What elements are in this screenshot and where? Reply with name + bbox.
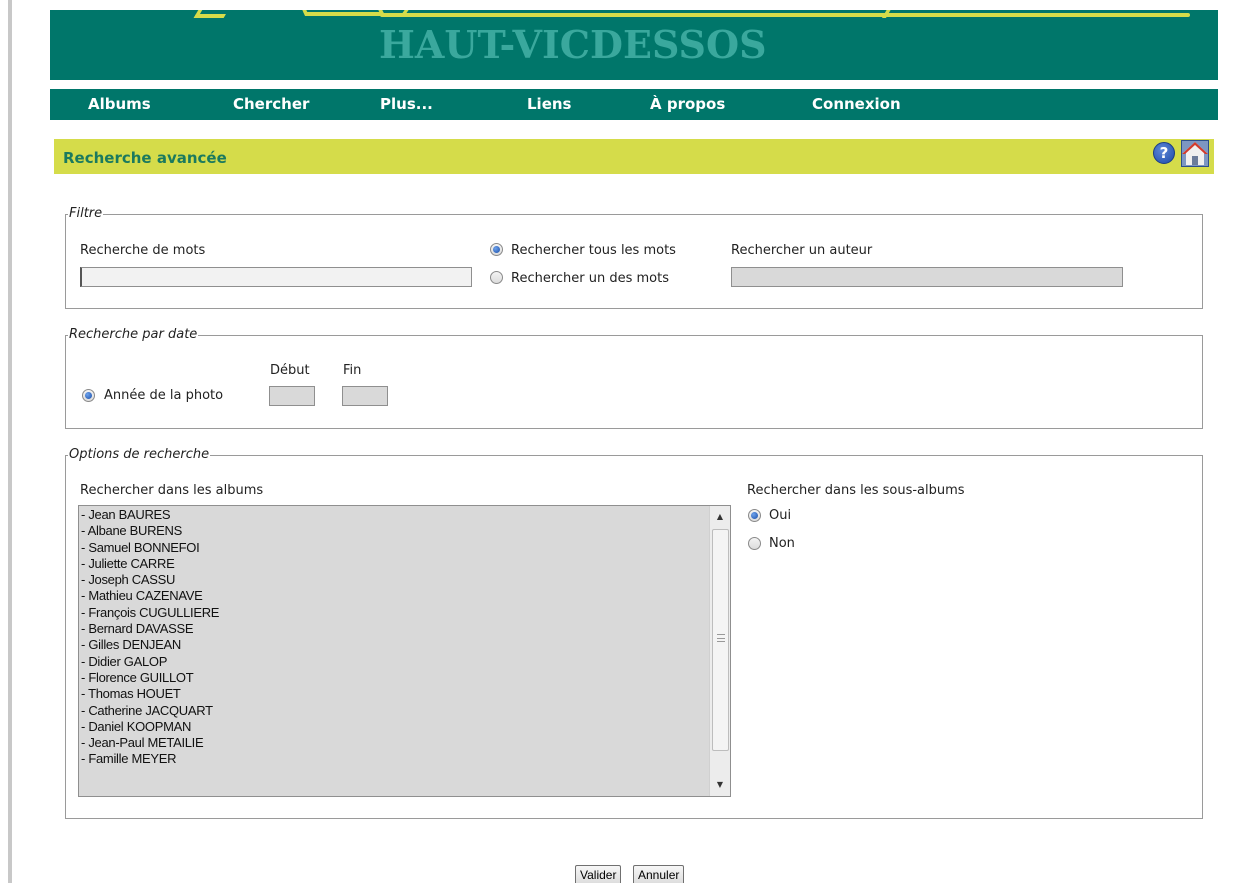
album-option[interactable]: - Famille MEYER xyxy=(81,751,730,767)
nav-liens[interactable]: Liens xyxy=(527,95,571,113)
subalbums-yes-label: Oui xyxy=(769,508,792,523)
submit-button[interactable]: Valider xyxy=(575,865,622,883)
albums-listbox[interactable]: - Jean BAURES - Albane BURENS - Samuel BON… xyxy=(78,505,731,797)
photo-year-label: Année de la photo xyxy=(104,388,224,403)
home-icon[interactable] xyxy=(1181,140,1209,167)
banner-decoration xyxy=(193,10,237,18)
album-option[interactable]: - François CUGULLIERE xyxy=(81,605,730,621)
album-option[interactable]: - Didier GALOP xyxy=(81,654,730,670)
album-option[interactable]: - Juliette CARRE xyxy=(81,556,730,572)
nav-a-propos[interactable]: À propos xyxy=(650,95,725,113)
album-option[interactable]: - Florence GUILLOT xyxy=(81,670,730,686)
album-option[interactable]: - Joseph CASSU xyxy=(81,572,730,588)
banner-decoration xyxy=(380,13,1190,17)
albums-list: - Jean BAURES - Albane BURENS - Samuel BON… xyxy=(79,506,730,768)
subalbums-no-label: Non xyxy=(769,536,795,551)
scroll-up-icon[interactable]: ▲ xyxy=(710,506,730,528)
mode-all-radio[interactable] xyxy=(490,243,503,256)
site-title: HAUT-VICDESSOS xyxy=(379,22,767,67)
words-label: Recherche de mots xyxy=(80,243,206,258)
author-label: Rechercher un auteur xyxy=(731,243,873,258)
album-option[interactable]: - Daniel KOOPMAN xyxy=(81,719,730,735)
nav-chercher[interactable]: Chercher xyxy=(233,95,309,113)
nav-plus[interactable]: Plus... xyxy=(380,95,433,113)
subalbums-yes-radio[interactable] xyxy=(748,509,761,522)
photo-year-radio[interactable] xyxy=(82,389,95,402)
start-label: Début xyxy=(270,363,310,378)
mode-all-label: Rechercher tous les mots xyxy=(511,243,676,258)
album-option[interactable]: - Jean BAURES xyxy=(81,507,730,523)
site-banner: HAUT-VICDESSOS xyxy=(50,10,1218,80)
end-year-input[interactable] xyxy=(342,386,388,406)
cancel-button[interactable]: Annuler xyxy=(633,865,685,883)
options-legend: Options de recherche xyxy=(68,447,211,462)
album-option[interactable]: - Gilles DENJEAN xyxy=(81,637,730,653)
mode-any-radio[interactable] xyxy=(490,271,503,284)
subalbums-label: Rechercher dans les sous-albums xyxy=(747,483,965,498)
album-option[interactable]: - Jean-Paul METAILIE xyxy=(81,735,730,751)
nav-albums[interactable]: Albums xyxy=(88,95,151,113)
grip-icon xyxy=(717,634,725,642)
date-section: Recherche par date xyxy=(65,327,1203,429)
album-option[interactable]: - Catherine JACQUART xyxy=(81,703,730,719)
words-input[interactable] xyxy=(80,267,472,287)
albums-scrollbar[interactable]: ▲ ▼ xyxy=(709,506,730,796)
main-nav: Albums Chercher Plus... Liens À propos C… xyxy=(50,89,1218,120)
album-option[interactable]: - Bernard DAVASSE xyxy=(81,621,730,637)
banner-decoration xyxy=(294,10,386,16)
author-input[interactable] xyxy=(731,267,1123,287)
albums-label: Rechercher dans les albums xyxy=(80,483,264,498)
start-year-input[interactable] xyxy=(269,386,315,406)
album-option[interactable]: - Thomas HOUET xyxy=(81,686,730,702)
album-option[interactable]: - Samuel BONNEFOI xyxy=(81,540,730,556)
scroll-thumb[interactable] xyxy=(712,529,729,751)
page-titlebar: Recherche avancée ? xyxy=(54,139,1214,174)
page-title: Recherche avancée xyxy=(63,149,227,167)
date-legend: Recherche par date xyxy=(68,327,199,342)
left-border xyxy=(8,0,12,883)
help-icon[interactable]: ? xyxy=(1153,142,1175,164)
nav-connexion[interactable]: Connexion xyxy=(812,95,901,113)
end-label: Fin xyxy=(343,363,362,378)
filter-section: Filtre xyxy=(65,206,1203,309)
filter-legend: Filtre xyxy=(68,206,104,221)
subalbums-no-radio[interactable] xyxy=(748,537,761,550)
album-option[interactable]: - Mathieu CAZENAVE xyxy=(81,588,730,604)
mode-any-label: Rechercher un des mots xyxy=(511,271,670,286)
album-option[interactable]: - Albane BURENS xyxy=(81,523,730,539)
scroll-down-icon[interactable]: ▼ xyxy=(710,774,730,796)
